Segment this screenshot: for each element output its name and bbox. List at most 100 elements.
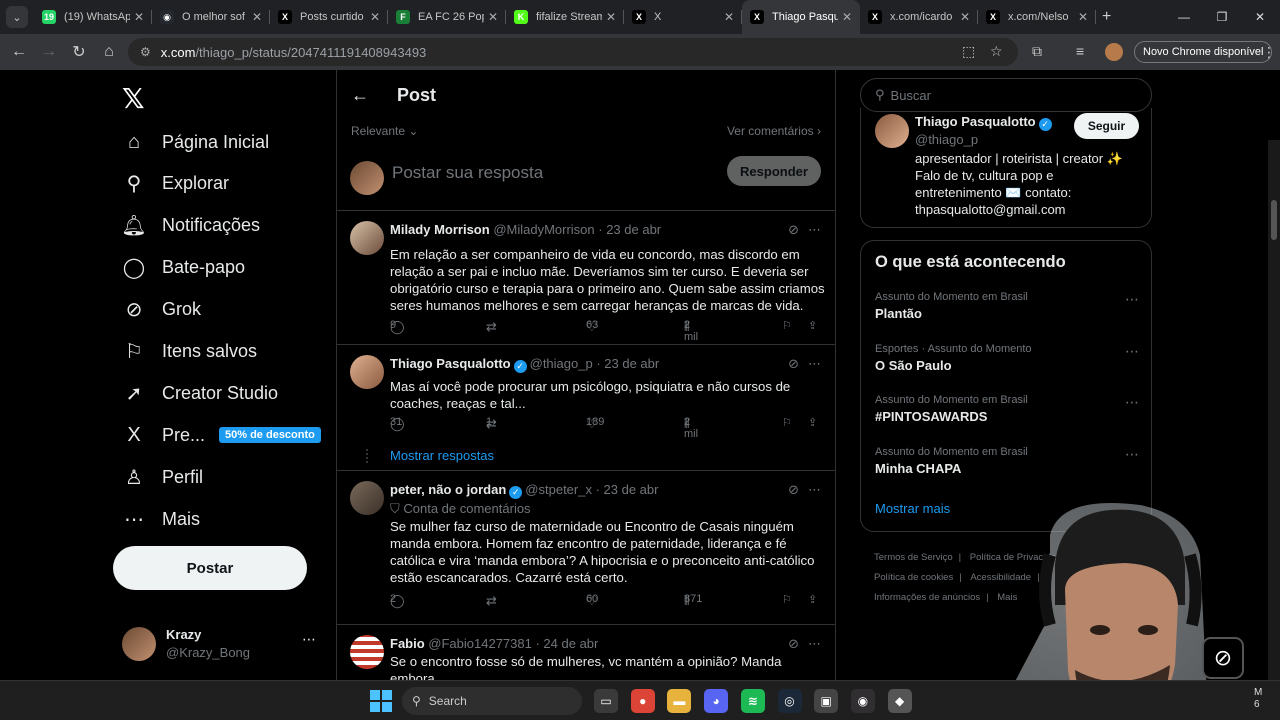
reply-input[interactable]: Postar sua resposta [392,163,543,183]
avatar[interactable] [350,635,384,669]
more-icon[interactable]: ⋯ [808,636,821,652]
nav-item-x-premium[interactable]: X Pre... 50% de desconto [120,415,321,455]
grok-icon[interactable]: ⊘ [788,636,799,652]
nav-item-home[interactable]: ⌂ Página Inicial [120,122,269,162]
tweet-author-name[interactable]: Milady Morrison [390,222,490,237]
close-tab-icon[interactable]: ✕ [488,10,498,24]
footer-link[interactable]: Informações de anúncios [874,592,980,603]
close-tab-icon[interactable]: ✕ [842,10,852,24]
browser-tab[interactable]: ◉ O melhor sof ✕ [152,0,270,34]
show-more-link[interactable]: Mostrar mais [875,501,950,516]
site-info-icon[interactable]: ⚙ [140,45,151,59]
more-icon[interactable]: ⋯ [808,482,821,498]
bookmark-icon[interactable]: ⚐ [782,416,792,429]
discord-icon[interactable]: ◕ [704,689,729,713]
close-tab-icon[interactable]: ✕ [134,10,144,24]
tweet-author-handle[interactable]: @thiago_p [530,356,593,371]
chrome-icon[interactable]: ● [630,689,655,713]
file-explorer-icon[interactable]: ▭ [594,689,618,713]
windows-start-icon[interactable] [370,690,392,712]
browser-tab[interactable]: Xx.com/Nelso ✕ [978,0,1096,34]
more-icon[interactable]: ⋯ [1125,291,1139,308]
tweet-date[interactable]: · 24 de abr [535,636,598,651]
trend-item[interactable]: Assunto do Momento em Brasil Plantão ⋯ [875,291,1145,321]
url-bar[interactable]: ⚙ x.com/thiago_p/status/2047411191408943… [128,38,1018,66]
browser-tab[interactable]: X Thiago Pasqu ✕ [742,0,860,34]
view-comments-link[interactable]: Ver comentários › [727,124,821,138]
x-logo-icon[interactable]: 𝕏 [122,82,145,115]
more-icon[interactable]: ⋯ [808,222,821,238]
bookmark-icon[interactable]: ⚐ [782,593,792,606]
show-replies-link[interactable]: Mostrar respostas [390,448,494,463]
tweet-author-handle[interactable]: @MiladyMorrison [493,222,594,237]
new-tab-button[interactable]: + [1102,8,1111,26]
tweet[interactable]: peter, não o jordan ✓ @stpeter_x · 23 de a… [337,471,835,625]
trend-item[interactable]: Assunto do Momento em Brasil #PINTOSAWARD… [875,394,1145,424]
nav-item-chat[interactable]: ◯ Bate-papo [120,248,245,288]
nav-item-bookmark[interactable]: ⚐ Itens salvos [120,332,257,372]
trend-item[interactable]: Assunto do Momento em Brasil Minha CHAPA ⋯ [875,446,1145,476]
media-controls-icon[interactable]: ≡ [1076,43,1084,59]
tweet-date[interactable]: · 23 de abr [598,222,661,237]
avatar[interactable] [350,221,384,255]
steam-icon[interactable]: ◎ [777,689,802,713]
tweet[interactable]: Milady Morrison @MiladyMorrison · 23 de … [337,211,835,345]
footer-link[interactable]: Mais [997,592,1017,603]
nav-item-person[interactable]: ♙ Perfil [120,457,203,497]
tweet-author-name[interactable]: Thiago Pasqualotto [390,356,511,371]
share-icon[interactable]: ⇪ [808,319,817,332]
share-icon[interactable]: ⇪ [808,593,817,606]
avatar[interactable] [875,114,909,148]
obs-icon[interactable]: ◉ [850,689,875,713]
tweet-author-name[interactable]: peter, não o jordan [390,482,506,497]
profile-avatar[interactable] [1105,43,1123,61]
back-icon[interactable]: ← [4,37,34,67]
close-tab-icon[interactable]: ✕ [724,10,734,24]
search-input[interactable]: ⚲ Buscar [860,78,1152,112]
nav-item-grok[interactable]: ⊘ Grok [120,290,201,330]
bookmark-star-icon[interactable]: ☆ [990,43,1003,60]
avatar[interactable] [350,481,384,515]
close-window-button[interactable]: ✕ [1238,0,1280,34]
nav-item-more[interactable]: ⋯ Mais [120,499,200,539]
chrome-menu-icon[interactable]: ⋮ [1262,44,1276,61]
post-button[interactable]: Postar [113,546,307,590]
browser-tab[interactable]: Xx.com/icardo ✕ [860,0,978,34]
grok-icon[interactable]: ⊘ [788,482,799,498]
account-switcher[interactable]: Krazy @Krazy_Bong ⋯ [122,625,322,665]
taskbar-search[interactable]: ⚲ Search [402,687,582,715]
follow-button[interactable]: Seguir [1074,113,1139,139]
footer-link[interactable]: Termos de Serviço [874,552,953,563]
tweet-author-handle[interactable]: @stpeter_x [525,482,592,497]
folder-icon[interactable]: ▬ [667,689,692,713]
more-icon[interactable]: ⋯ [1125,446,1139,463]
browser-tab[interactable]: X X ✕ [624,0,742,34]
close-tab-icon[interactable]: ✕ [252,10,262,24]
grok-icon[interactable]: ⊘ [788,222,799,238]
chrome-update-button[interactable]: Novo Chrome disponível [1134,41,1273,63]
page-scrollbar[interactable] [1268,140,1280,680]
bookmark-icon[interactable]: ⚐ [782,319,792,332]
tweet-author-name[interactable]: Fabio [390,636,425,651]
more-icon[interactable]: ⋯ [1125,394,1139,411]
footer-link[interactable]: Política de Privacidade [970,552,1067,563]
close-tab-icon[interactable]: ✕ [1078,10,1088,24]
share-icon[interactable]: ⇪ [808,416,817,429]
close-tab-icon[interactable]: ✕ [606,10,616,24]
more-icon[interactable]: ⋯ [302,631,316,648]
tweet-date[interactable]: · 23 de abr [596,356,659,371]
spotify-icon[interactable]: ≋ [740,689,765,713]
tweet[interactable]: Thiago Pasqualotto ✓ @thiago_p · 23 de abr… [337,345,835,471]
footer-link[interactable]: Política de cookies [874,572,953,583]
nav-item-search[interactable]: ⚲ Explorar [120,164,229,204]
tweet-author-handle[interactable]: @Fabio14277381 [428,636,532,651]
avatar[interactable] [350,355,384,389]
app-icon[interactable]: ◆ [887,689,912,713]
nav-item-bell[interactable]: 🔔︎ Notificações [120,206,260,246]
close-tab-icon[interactable]: ✕ [960,10,970,24]
browser-tab[interactable]: X Posts curtido ✕ [270,0,388,34]
back-arrow-icon[interactable]: ← [351,85,369,106]
close-tab-icon[interactable]: ✕ [370,10,380,24]
forward-icon[interactable]: → [34,37,64,67]
reply-button[interactable]: Responder [727,156,821,186]
